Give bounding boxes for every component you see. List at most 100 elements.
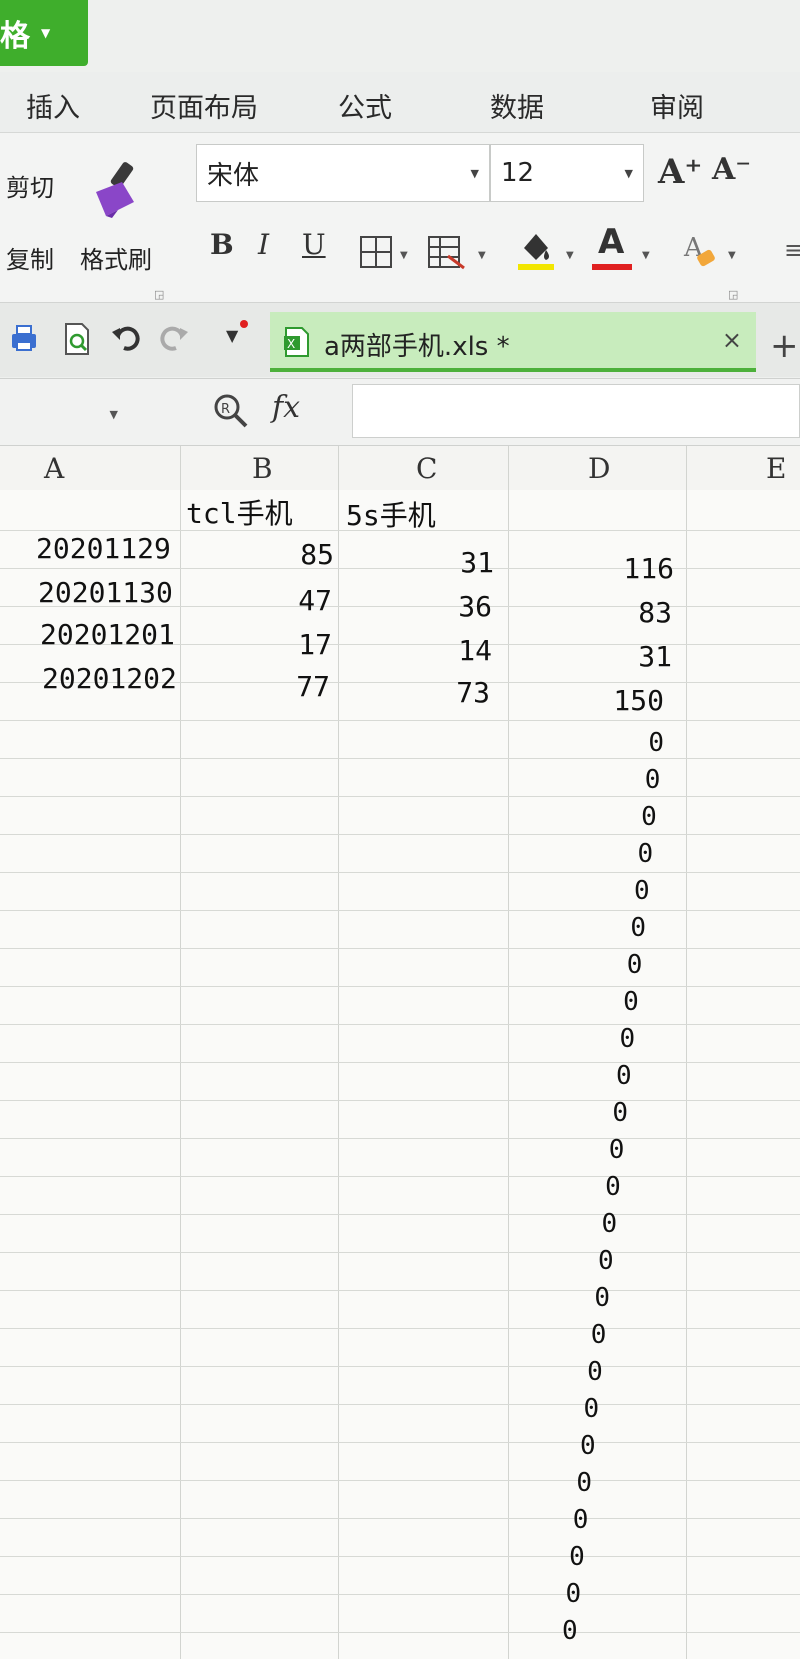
fill-color-icon[interactable] (516, 228, 556, 272)
cell-b5[interactable]: 77 (256, 670, 330, 703)
font-color-button[interactable]: A (598, 222, 624, 262)
borders-icon[interactable] (358, 234, 394, 270)
chevron-down-icon: ▼ (41, 26, 51, 40)
cell-d3[interactable]: 83 (588, 596, 672, 629)
cell-d-zero[interactable]: 0 (590, 1320, 607, 1350)
chevron-down-icon[interactable]: ▼ (728, 250, 736, 261)
cell-d-zero[interactable]: 0 (601, 1209, 618, 1239)
cell-d2[interactable]: 116 (590, 552, 674, 585)
cell-d-zero[interactable]: 0 (612, 1098, 628, 1128)
chevron-down-icon: ▼ (109, 408, 118, 421)
cell-d-zero[interactable]: 0 (580, 1431, 596, 1461)
tab-insert[interactable]: 插入 (26, 86, 80, 125)
print-icon[interactable] (8, 322, 40, 354)
cell-d-zero[interactable]: 0 (587, 1357, 603, 1387)
row-divider (0, 1404, 800, 1405)
shrink-font-button[interactable]: A⁻ (712, 152, 751, 187)
cell-d-zero[interactable]: 0 (644, 765, 661, 795)
tab-page-layout[interactable]: 页面布局 (150, 86, 258, 125)
cell-d-zero[interactable]: 0 (630, 913, 646, 943)
name-box[interactable]: ▼ (0, 386, 130, 438)
cell-b2[interactable]: 85 (260, 538, 334, 571)
undo-icon[interactable] (110, 322, 142, 354)
grow-font-button[interactable]: A⁺ (658, 152, 702, 192)
row-divider (0, 986, 800, 987)
column-header-a[interactable]: A (44, 452, 64, 485)
cell-d-zero[interactable]: 0 (623, 987, 639, 1017)
row-divider (0, 910, 800, 911)
format-painter-icon[interactable] (88, 158, 150, 220)
row-divider (0, 1100, 800, 1101)
cell-d-zero[interactable]: 0 (569, 1542, 585, 1572)
cell-d-zero[interactable]: 0 (598, 1246, 614, 1276)
cell-d-zero[interactable]: 0 (616, 1061, 632, 1091)
customize-toolbar-icon[interactable]: ▼ (226, 326, 238, 345)
column-header-c[interactable]: C (416, 452, 437, 485)
cut-button[interactable]: 剪切 (6, 168, 54, 203)
cell-d-zero[interactable]: 0 (619, 1024, 636, 1054)
italic-button[interactable]: I (258, 228, 269, 261)
row-divider (0, 1442, 800, 1443)
insert-function-button[interactable]: fx (272, 390, 300, 425)
cell-c2[interactable]: 31 (420, 546, 494, 579)
column-header-b[interactable]: B (252, 452, 273, 485)
cell-d-zero[interactable]: 0 (572, 1505, 589, 1535)
merge-cells-icon[interactable] (426, 234, 466, 270)
bold-button[interactable]: B (210, 228, 234, 261)
cell-d-zero[interactable]: 0 (641, 802, 657, 832)
underline-button[interactable]: U (302, 228, 326, 261)
cell-d-zero[interactable]: 0 (634, 876, 650, 906)
cell-d-zero[interactable]: 0 (608, 1135, 625, 1165)
cell-b1[interactable]: tcl手机 (186, 492, 293, 532)
align-icon[interactable]: ≡ (784, 236, 800, 264)
document-tab-title: a两部手机.xls * (324, 332, 510, 362)
print-preview-icon[interactable] (62, 322, 94, 356)
tab-data[interactable]: 数据 (490, 86, 544, 125)
row-divider (0, 1290, 800, 1291)
cell-c5[interactable]: 73 (416, 676, 490, 709)
cell-d-zero[interactable]: 0 (626, 950, 643, 980)
tab-formulas[interactable]: 公式 (338, 86, 392, 125)
cell-a4[interactable]: 20201201 (40, 618, 175, 651)
formula-input[interactable] (352, 384, 800, 438)
cell-b3[interactable]: 47 (258, 584, 332, 617)
font-size-select[interactable]: 12 ▼ (490, 144, 644, 202)
document-tab[interactable]: X a两部手机.xls * × (270, 312, 756, 372)
cell-c3[interactable]: 36 (418, 590, 492, 623)
tab-review[interactable]: 审阅 (650, 86, 704, 125)
row-divider (0, 1024, 800, 1025)
cell-a5[interactable]: 20201202 (42, 662, 177, 695)
cell-d-zero[interactable]: 0 (583, 1394, 600, 1424)
column-header-e[interactable]: E (766, 452, 786, 485)
cell-a3[interactable]: 20201130 (38, 576, 173, 609)
format-painter-button[interactable]: 格式刷 (80, 240, 152, 275)
cell-c1[interactable]: 5s手机 (346, 494, 436, 534)
chevron-down-icon[interactable]: ▼ (400, 250, 408, 261)
column-header-d[interactable]: D (588, 452, 610, 485)
cell-b4[interactable]: 17 (258, 628, 332, 661)
cell-d-zero[interactable]: 0 (637, 839, 654, 869)
cell-d-zero[interactable]: 0 (565, 1579, 582, 1609)
app-menu-button[interactable]: 格 ▼ (0, 0, 88, 66)
cell-a2[interactable]: 20201129 (36, 532, 171, 565)
close-tab-icon[interactable]: × (722, 326, 742, 354)
chevron-down-icon[interactable]: ▼ (642, 250, 650, 261)
cell-d5[interactable]: 150 (580, 684, 664, 717)
copy-button[interactable]: 复制 (6, 240, 54, 275)
new-tab-button[interactable]: + (770, 326, 799, 366)
cell-c4[interactable]: 14 (418, 634, 492, 667)
cell-d-zero[interactable]: 0 (605, 1172, 621, 1202)
font-name-select[interactable]: 宋体 ▼ (196, 144, 490, 202)
cell-d-zero[interactable]: 0 (576, 1468, 592, 1498)
clear-format-icon[interactable]: A (682, 230, 718, 270)
chevron-down-icon[interactable]: ▼ (478, 250, 486, 261)
chevron-down-icon[interactable]: ▼ (566, 250, 574, 261)
cell-d-zero[interactable]: 0 (594, 1283, 610, 1313)
clipboard-dialog-launcher[interactable]: ◲ (154, 288, 164, 301)
redo-icon[interactable] (158, 322, 190, 354)
cell-d-zero[interactable]: 0 (562, 1616, 578, 1646)
cell-d-zero[interactable]: 0 (648, 728, 664, 758)
find-function-icon[interactable]: R (212, 392, 250, 430)
cell-d4[interactable]: 31 (588, 640, 672, 673)
font-dialog-launcher[interactable]: ◲ (728, 288, 738, 301)
